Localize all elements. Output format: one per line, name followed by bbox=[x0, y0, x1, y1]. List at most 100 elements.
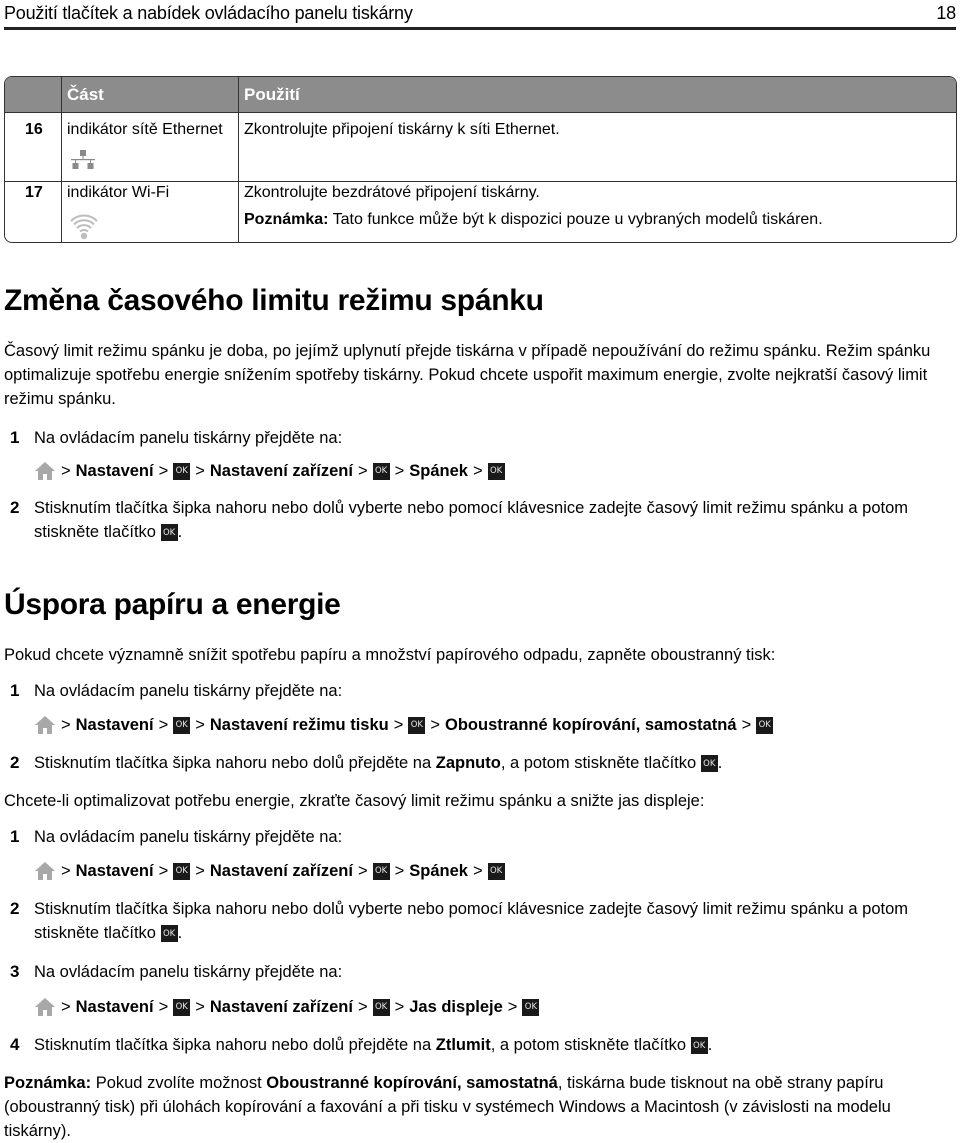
note-label: Poznámka: bbox=[4, 1074, 92, 1092]
menu-path: > Nastavení > OK > Nastavení zařízení > … bbox=[34, 995, 540, 1019]
path-separator: > bbox=[61, 715, 71, 734]
path-separator: > bbox=[357, 461, 368, 480]
path-separator: > bbox=[158, 715, 169, 734]
section-title-paper-energy: Úspora papíru a energie bbox=[4, 588, 341, 621]
home-icon[interactable] bbox=[34, 861, 56, 881]
menu-path: > Nastavení > OK > Nastavení režimu tisk… bbox=[34, 713, 774, 737]
home-icon[interactable] bbox=[34, 461, 56, 481]
step-text: Na ovládacím panelu tiskárny přejděte na… bbox=[34, 963, 343, 981]
ok-button[interactable]: OK bbox=[173, 716, 191, 734]
row-divider bbox=[5, 181, 956, 182]
path-separator: > bbox=[158, 997, 169, 1016]
path-separator: > bbox=[195, 461, 205, 480]
step-number: 1 bbox=[10, 428, 20, 447]
wifi-icon bbox=[70, 214, 98, 240]
ok-button[interactable]: OK bbox=[700, 755, 718, 773]
ok-button[interactable]: OK bbox=[756, 716, 774, 734]
path-separator: > bbox=[195, 861, 205, 880]
menu-item-print-mode-settings[interactable]: Nastavení režimu tisku bbox=[210, 716, 389, 735]
menu-path: > Nastavení > OK > Nastavení zařízení > … bbox=[34, 859, 505, 883]
home-icon[interactable] bbox=[34, 715, 56, 735]
ok-button[interactable]: OK bbox=[487, 862, 505, 880]
ok-button[interactable]: OK bbox=[160, 524, 178, 542]
menu-item-settings[interactable]: Nastavení bbox=[76, 716, 154, 735]
step-text: Na ovládacím panelu tiskárny přejděte na… bbox=[34, 828, 343, 846]
ok-button[interactable]: OK bbox=[522, 998, 540, 1016]
menu-item-duplex-copy[interactable]: Oboustranné kopírování, samostatná bbox=[445, 716, 737, 735]
home-icon[interactable] bbox=[34, 997, 56, 1017]
option-on: Zapnuto bbox=[435, 754, 501, 772]
menu-item-settings[interactable]: Nastavení bbox=[76, 462, 154, 481]
ok-button[interactable]: OK bbox=[160, 925, 178, 943]
ok-button[interactable]: OK bbox=[487, 462, 505, 480]
step-text: Stisknutím tlačítka šipka nahoru nebo do… bbox=[34, 900, 909, 943]
path-separator: > bbox=[741, 715, 752, 734]
note-option: Oboustranné kopírování, samostatná bbox=[266, 1074, 558, 1092]
path-separator: > bbox=[195, 997, 205, 1016]
menu-item-device-settings[interactable]: Nastavení zařízení bbox=[210, 462, 353, 481]
path-separator: > bbox=[393, 715, 404, 734]
step-number: 2 bbox=[10, 899, 20, 918]
menu-item-settings[interactable]: Nastavení bbox=[76, 862, 154, 881]
path-separator: > bbox=[195, 715, 205, 734]
row-part: indikátor Wi-Fi bbox=[67, 184, 170, 201]
menu-item-settings[interactable]: Nastavení bbox=[76, 998, 154, 1017]
step-text: Stisknutím tlačítka šipka nahoru nebo do… bbox=[34, 754, 723, 773]
row-number: 17 bbox=[25, 184, 43, 201]
ok-button[interactable]: OK bbox=[372, 862, 390, 880]
path-separator: > bbox=[357, 997, 368, 1016]
section-intro-energy: Chcete-li optimalizovat potřebu energie,… bbox=[4, 792, 705, 810]
section-intro: Časový limit režimu spánku je doba, po j… bbox=[4, 342, 931, 408]
column-header-part: Část bbox=[67, 85, 104, 104]
ok-button[interactable]: OK bbox=[173, 998, 191, 1016]
row-usage: Zkontrolujte bezdrátové připojení tiskár… bbox=[244, 184, 540, 201]
step-number: 1 bbox=[10, 681, 20, 700]
menu-item-device-settings[interactable]: Nastavení zařízení bbox=[210, 998, 353, 1017]
ok-button[interactable]: OK bbox=[408, 716, 426, 734]
path-separator: > bbox=[61, 461, 71, 480]
path-separator: > bbox=[158, 861, 169, 880]
path-separator: > bbox=[158, 461, 169, 480]
ok-button[interactable]: OK bbox=[173, 862, 191, 880]
note-text: Tato funkce může být k dispozici pouze u… bbox=[328, 211, 823, 228]
step-text: Stisknutím tlačítka šipka nahoru nebo do… bbox=[34, 1036, 713, 1055]
path-separator: > bbox=[61, 861, 71, 880]
column-divider bbox=[238, 77, 239, 242]
ok-button[interactable]: OK bbox=[173, 462, 191, 480]
header-divider bbox=[4, 27, 956, 30]
ok-button[interactable]: OK bbox=[690, 1037, 708, 1055]
option-dim: Ztlumit bbox=[435, 1036, 491, 1054]
ethernet-network-icon bbox=[71, 150, 95, 169]
path-separator: > bbox=[357, 861, 368, 880]
path-separator: > bbox=[430, 715, 440, 734]
page-header-title: Použití tlačítek a nabídek ovládacího pa… bbox=[4, 3, 413, 23]
menu-path: > Nastavení > OK > Nastavení zařízení > … bbox=[34, 459, 505, 483]
page-number: 18 bbox=[936, 3, 956, 23]
path-separator: > bbox=[507, 997, 518, 1016]
menu-item-sleep[interactable]: Spánek bbox=[409, 862, 468, 881]
footnote: Poznámka: Pokud zvolíte možnost Oboustra… bbox=[4, 1074, 891, 1140]
path-separator: > bbox=[472, 861, 483, 880]
row-note: Poznámka: Tato funkce může být k dispozi… bbox=[244, 211, 823, 229]
row-usage: Zkontrolujte připojení tiskárny k síti E… bbox=[244, 121, 560, 138]
row-part: indikátor sítě Ethernet bbox=[67, 121, 223, 138]
step-number: 4 bbox=[10, 1035, 20, 1054]
path-separator: > bbox=[394, 861, 405, 880]
ok-button[interactable]: OK bbox=[372, 462, 390, 480]
menu-item-sleep[interactable]: Spánek bbox=[409, 462, 468, 481]
step-number: 2 bbox=[10, 753, 20, 772]
step-number: 3 bbox=[10, 962, 20, 981]
table-header-row: Část Použití bbox=[5, 77, 956, 113]
note-label: Poznámka: bbox=[244, 211, 329, 228]
path-separator: > bbox=[394, 997, 405, 1016]
indicator-table: Část Použití 16 indikátor sítě Ethernet … bbox=[4, 76, 957, 243]
step-text: Na ovládacím panelu tiskárny přejděte na… bbox=[34, 682, 343, 700]
ok-button[interactable]: OK bbox=[372, 998, 390, 1016]
menu-item-device-settings[interactable]: Nastavení zařízení bbox=[210, 862, 353, 881]
step-text: Na ovládacím panelu tiskárny přejděte na… bbox=[34, 429, 343, 447]
row-number: 16 bbox=[25, 121, 43, 138]
step-text: Stisknutím tlačítka šipka nahoru nebo do… bbox=[34, 499, 909, 542]
column-header-usage: Použití bbox=[244, 85, 300, 104]
menu-item-display-brightness[interactable]: Jas displeje bbox=[409, 998, 503, 1017]
section-title-sleep-timeout: Změna časového limitu režimu spánku bbox=[4, 284, 544, 317]
